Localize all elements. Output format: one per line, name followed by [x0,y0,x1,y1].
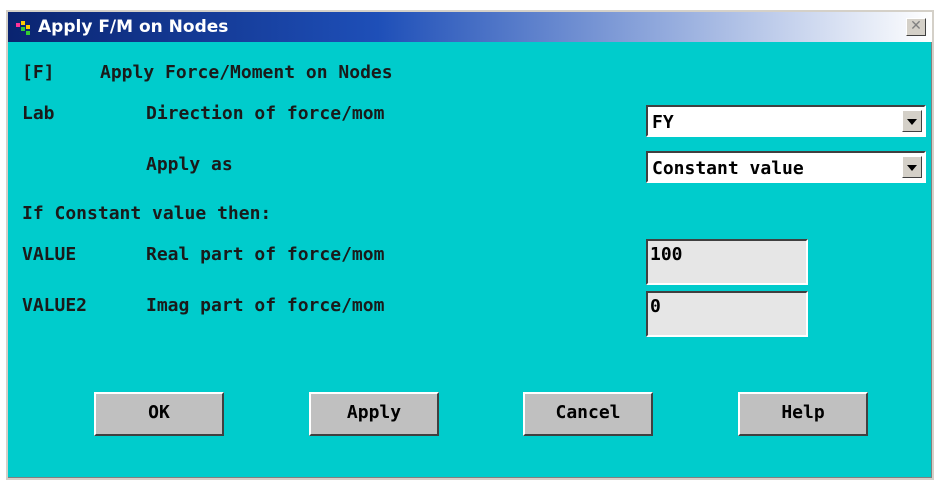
lab-text: Direction of force/mom [146,103,385,124]
chevron-down-icon[interactable] [902,156,922,178]
dialog-window: Apply F/M on Nodes ✕ [F] Apply Force/Mom… [6,10,934,480]
close-icon[interactable]: ✕ [906,18,926,36]
imag-part-input[interactable]: 0 [646,291,808,337]
apply-as-value: Constant value [652,158,804,179]
app-icon [16,20,32,35]
chevron-down-icon[interactable] [902,110,922,132]
cancel-button[interactable]: Cancel [523,392,653,436]
window-title: Apply F/M on Nodes [38,17,229,37]
lab-code: Lab [22,103,55,124]
direction-value: FY [652,112,674,133]
real-part-input[interactable]: 100 [646,239,808,285]
apply-as-label: Apply as [146,154,233,175]
value-code: VALUE [22,244,77,265]
value-text: Real part of force/mom [146,244,385,265]
help-button[interactable]: Help [738,392,868,436]
value2-code: VALUE2 [22,295,88,316]
header-code: [F] [22,62,55,83]
title-bar[interactable]: Apply F/M on Nodes ✕ [8,12,932,42]
ok-button[interactable]: OK [94,392,224,436]
direction-dropdown[interactable]: FY [646,105,926,137]
constant-header: If Constant value then: [22,203,272,224]
imag-part-value: 0 [650,296,661,317]
value2-text: Imag part of force/mom [146,295,385,316]
header-text: Apply Force/Moment on Nodes [100,62,393,83]
apply-button[interactable]: Apply [309,392,439,436]
apply-as-dropdown[interactable]: Constant value [646,151,926,183]
real-part-value: 100 [650,244,683,265]
